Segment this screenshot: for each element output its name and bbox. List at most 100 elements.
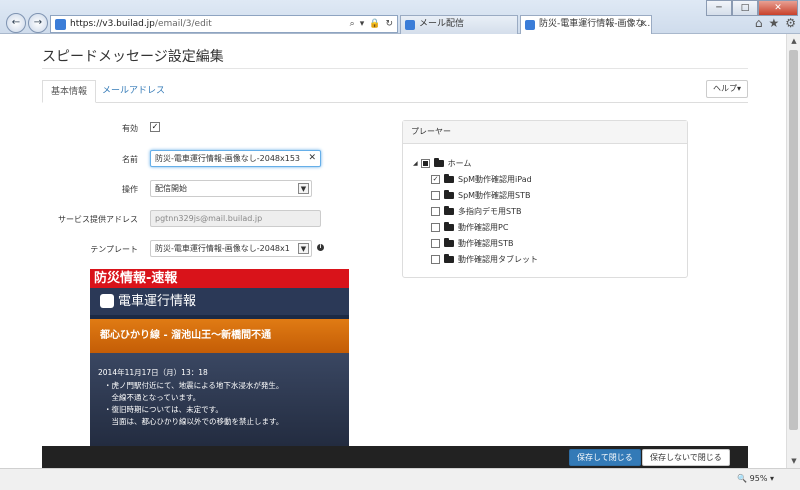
player-checkbox[interactable] — [431, 191, 440, 200]
refresh-icon[interactable]: ↻ — [385, 19, 393, 29]
folder-icon — [444, 238, 454, 247]
tab-favicon-icon — [525, 20, 535, 30]
browser-tab-mail[interactable]: メール配信 — [400, 15, 518, 34]
folder-icon — [444, 222, 454, 231]
dropdown-icon[interactable]: ▾ — [360, 19, 365, 29]
search-icon[interactable]: ⌕ — [350, 19, 355, 29]
player-checkbox[interactable] — [431, 255, 440, 264]
tree-item[interactable]: 多指向デモ用STB — [431, 206, 521, 217]
operation-value: 配信開始 — [155, 184, 187, 193]
player-checkbox[interactable] — [431, 207, 440, 216]
maximize-button[interactable]: □ — [732, 0, 758, 16]
help-button[interactable]: ヘルプ▾ — [705, 80, 748, 98]
browser-tab-edit[interactable]: 防災-電車運行情報-画像な... × — [520, 15, 652, 34]
tab-close-icon[interactable]: × — [639, 16, 647, 33]
scroll-up-icon[interactable]: ▲ — [787, 34, 800, 48]
tree-item-label: SpM動作確認用STB — [458, 191, 531, 200]
tree-item[interactable]: SpM動作確認用STB — [431, 190, 531, 201]
zoom-icon: 🔍 — [737, 474, 748, 483]
service-address-value: pgtnn329js@mail.builad.jp — [155, 214, 263, 223]
name-input[interactable]: 防災-電車運行情報-画像なし-2048x153 ✕ — [150, 150, 321, 167]
preview-date: 2014年11月17日（月）13：18 — [98, 368, 208, 377]
name-value: 防災-電車運行情報-画像なし-2048x153 — [155, 154, 301, 163]
preview-line: 全線不通となっています。 — [104, 393, 201, 402]
tree-item-label: 動作確認用タブレット — [458, 255, 538, 264]
home-icon[interactable]: ⌂ — [755, 16, 763, 30]
template-label: テンプレート — [90, 245, 138, 254]
expand-triangle-icon[interactable]: ◢ — [413, 160, 418, 167]
player-checkbox[interactable] — [431, 239, 440, 248]
folder-icon — [444, 206, 454, 215]
tree-root-home[interactable]: ◢ ホーム — [413, 158, 471, 169]
url-path: /email/3/edit — [154, 19, 212, 29]
preview-subheader: 電車運行情報 — [90, 288, 349, 315]
player-checkbox[interactable] — [431, 223, 440, 232]
home-checkbox[interactable] — [420, 159, 430, 168]
back-arrow-icon: ← — [11, 17, 21, 28]
tree-root-label: ホーム — [447, 159, 472, 168]
browser-tools: ⌂ ★ ⚙ — [755, 16, 796, 30]
service-address-input: pgtnn329js@mail.builad.jp — [150, 210, 321, 227]
player-panel-title: プレーヤー — [403, 121, 687, 144]
operation-label: 操作 — [122, 185, 138, 194]
service-address-label: サービス提供アドレス — [58, 215, 138, 224]
tree-item-label: 動作確認用STB — [458, 239, 514, 248]
tree-item-label: SpM動作確認用iPad — [458, 175, 532, 184]
zoom-value: 95% — [749, 474, 768, 483]
close-window-button[interactable]: ✕ — [758, 0, 798, 16]
settings-gear-icon[interactable]: ⚙ — [785, 16, 796, 30]
scroll-down-icon[interactable]: ▼ — [787, 454, 800, 468]
save-and-close-button[interactable]: 保存して閉じる — [569, 449, 641, 466]
url-host: https://v3.builad.jp — [70, 19, 155, 29]
tree-item-label: 多指向デモ用STB — [458, 207, 522, 216]
zoom-level[interactable]: 🔍 95% ▾ — [737, 474, 774, 483]
chevron-down-icon: ▼ — [298, 183, 309, 194]
site-favicon-icon — [55, 18, 66, 30]
preview-subheader-text: 電車運行情報 — [118, 294, 197, 309]
operation-select[interactable]: 配信開始 ▼ — [150, 180, 312, 197]
tree-item[interactable]: 動作確認用PC — [431, 222, 508, 233]
page-title: スピードメッセージ設定編集 — [42, 49, 224, 65]
page-scrollbar[interactable]: ▲ ▼ — [786, 34, 800, 468]
tree-item-label: 動作確認用PC — [458, 223, 509, 232]
template-value: 防災-電車運行情報-画像なし-2048x1 — [155, 244, 290, 253]
info-icon[interactable]: i — [317, 244, 324, 251]
browser-tab-label: メール配信 — [419, 19, 465, 29]
folder-icon — [444, 254, 454, 263]
enabled-checkbox[interactable]: ✓ — [150, 122, 160, 132]
tree-item[interactable]: ✓ SpM動作確認用iPad — [431, 174, 532, 185]
page-content: スピードメッセージ設定編集 基本情報 メールアドレス ヘルプ▾ 有効 ✓ 名前 … — [0, 34, 786, 468]
title-divider — [42, 68, 748, 69]
tree-item[interactable]: 動作確認用タブレット — [431, 254, 538, 265]
forward-button[interactable]: → — [28, 13, 48, 33]
window-controls: ─ □ ✕ — [706, 0, 798, 16]
template-select[interactable]: 防災-電車運行情報-画像なし-2048x1 ▼ — [150, 240, 312, 257]
action-bar: 保存して閉じる 保存しないで閉じる — [42, 446, 748, 468]
enabled-label: 有効 — [122, 124, 138, 133]
tree-item[interactable]: 動作確認用STB — [431, 238, 513, 249]
tab-basic-info[interactable]: 基本情報 — [42, 80, 97, 103]
folder-icon — [444, 174, 454, 183]
back-button[interactable]: ← — [6, 13, 26, 33]
folder-icon — [444, 190, 454, 199]
player-panel: プレーヤー ◢ ホーム ✓ SpM動作確認用iPad SpM動作確認用STB 多… — [402, 120, 688, 278]
minimize-button[interactable]: ─ — [706, 0, 732, 16]
folder-icon — [433, 158, 444, 167]
tab-mail-address[interactable]: メールアドレス — [94, 80, 173, 103]
player-checkbox[interactable]: ✓ — [431, 175, 440, 184]
address-bar[interactable]: https://v3.builad.jp/email/3/edit ⌕ ▾ 🔒 … — [50, 15, 398, 33]
scrollbar-thumb[interactable] — [789, 50, 798, 430]
clear-input-icon[interactable]: ✕ — [308, 151, 316, 166]
content-tabs: 基本情報 メールアドレス ヘルプ▾ — [42, 80, 748, 103]
lock-icon[interactable]: 🔒 — [369, 19, 380, 29]
preview-alert: 都心ひかり線 - 溜池山王〜新橋間不通 — [90, 319, 349, 353]
status-bar: 🔍 95% ▾ — [0, 468, 800, 490]
browser-chrome: ─ □ ✕ ← → https://v3.builad.jp/email/3/e… — [0, 0, 800, 34]
close-without-saving-button[interactable]: 保存しないで閉じる — [642, 449, 730, 466]
favorites-star-icon[interactable]: ★ — [768, 16, 779, 30]
name-label: 名前 — [122, 155, 138, 164]
browser-tab-label: 防災-電車運行情報-画像な... — [539, 19, 652, 29]
forward-arrow-icon: → — [33, 17, 43, 28]
chevron-down-icon: ▼ — [298, 243, 309, 254]
preview-line: 当面は、都心ひかり線以外での移動を禁止します。 — [104, 417, 284, 426]
